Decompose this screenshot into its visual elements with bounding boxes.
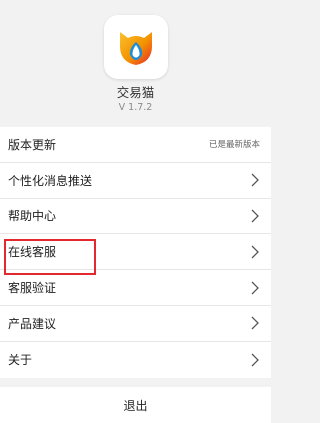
chevron-right-icon [251,173,259,187]
menu-item-label: 在线客服 [8,245,57,260]
menu-item-about[interactable]: 关于 [0,341,271,378]
app-name: 交易猫 [116,85,155,100]
chevron-right-icon [251,316,259,330]
menu-item-label: 版本更新 [8,137,57,152]
menu-item-version-update[interactable]: 版本更新 已是最新版本 [0,127,271,163]
version-status: 已是最新版本 [208,140,260,151]
logout-label: 退出 [123,398,148,413]
menu-item-help-center[interactable]: 帮助中心 [0,198,271,235]
menu-item-label: 产品建议 [8,316,57,331]
menu-item-service-verification[interactable]: 客服验证 [0,270,271,306]
app-version: V 1.7.2 [118,102,153,113]
menu-item-label: 个性化消息推送 [8,173,93,188]
logout-button[interactable]: 退出 [0,387,271,423]
app-header: 交易猫 V 1.7.2 [0,0,271,126]
app-logo-icon [103,15,168,79]
chevron-right-icon [251,353,259,367]
menu-item-online-service[interactable]: 在线客服 [0,234,271,271]
menu-item-product-feedback[interactable]: 产品建议 [0,305,271,342]
chevron-right-icon [251,281,259,295]
menu-item-push-settings[interactable]: 个性化消息推送 [0,162,271,199]
menu-item-label: 关于 [8,353,33,368]
chevron-right-icon [251,209,259,223]
settings-menu: 版本更新 已是最新版本 个性化消息推送 帮助中心 在线客服 客服验证 产品建议 … [0,127,271,378]
chevron-right-icon [251,245,259,259]
menu-item-label: 帮助中心 [8,209,57,224]
menu-item-label: 客服验证 [8,281,57,296]
